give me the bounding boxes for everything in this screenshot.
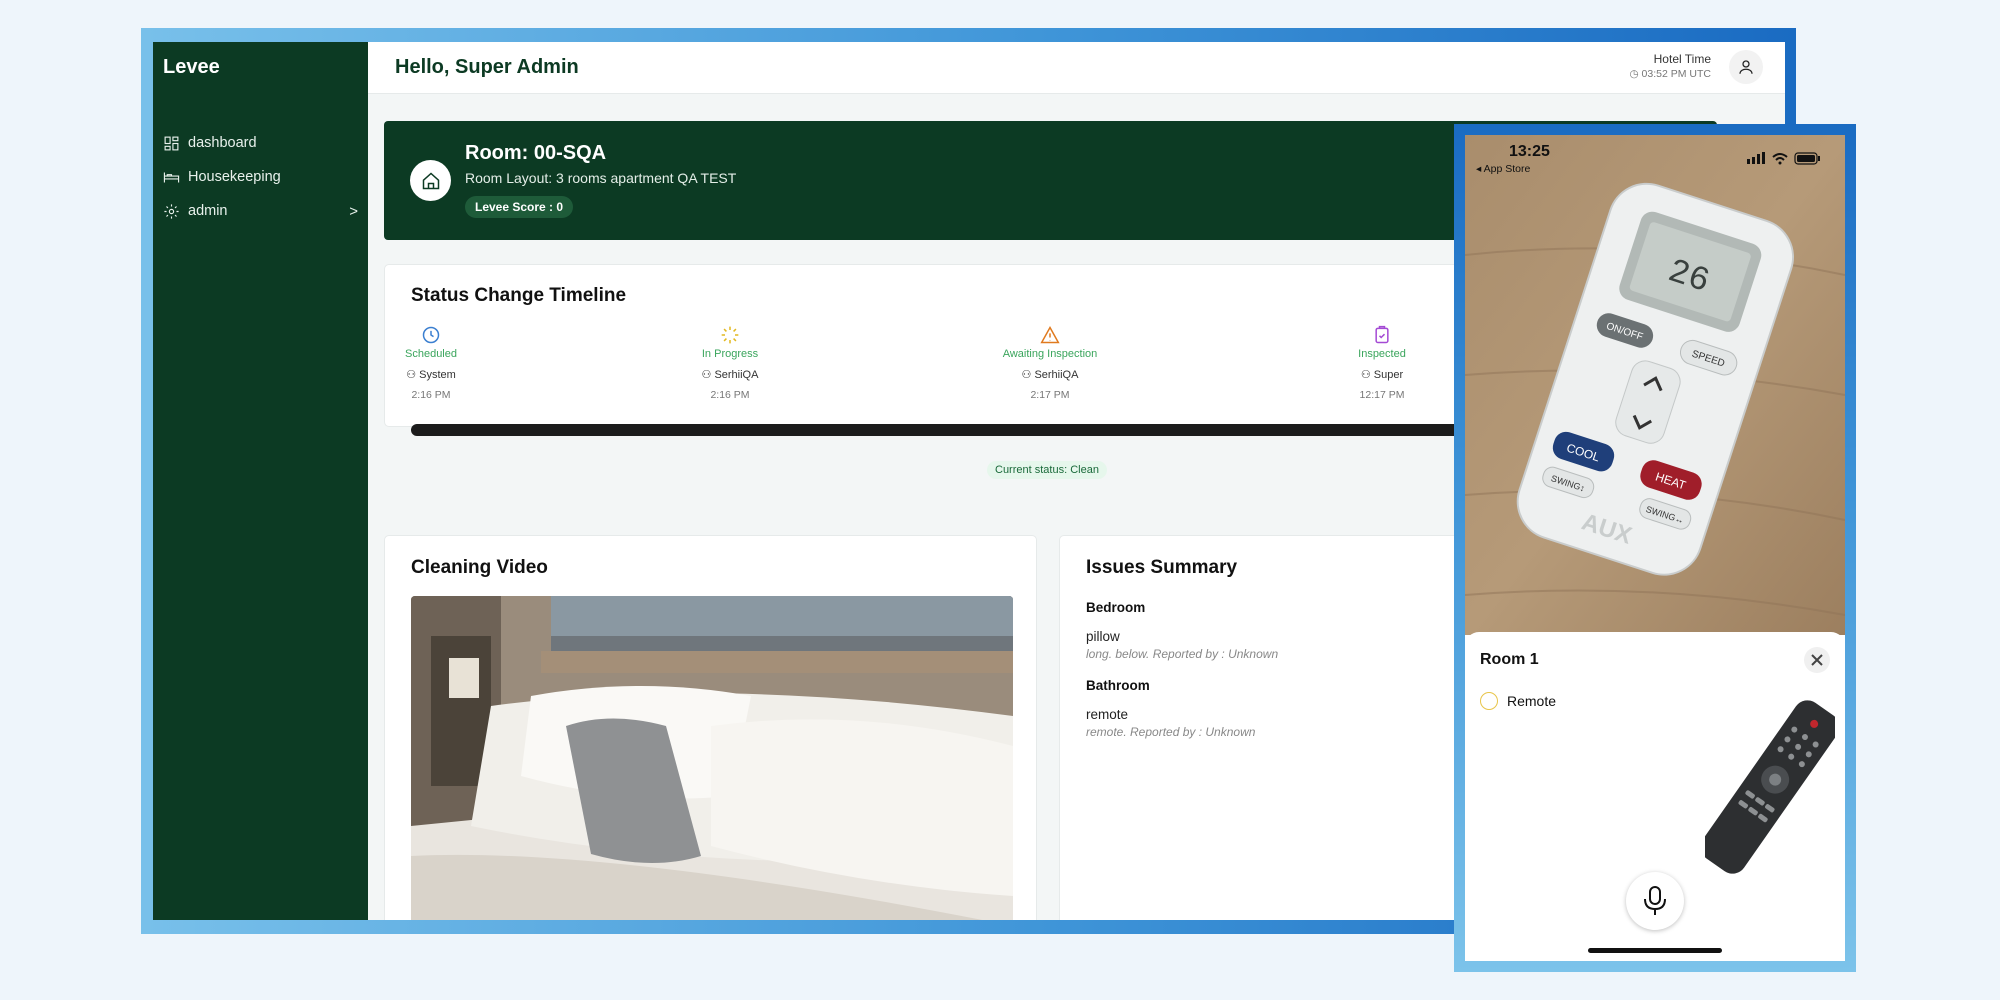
brand-logo[interactable]: Levee	[163, 56, 220, 79]
hotel-time-text: 03:52 PM UTC	[1641, 68, 1711, 80]
timeline-time: 12:17 PM	[1359, 389, 1405, 401]
gear-icon	[164, 203, 179, 219]
timeline-status: In Progress	[701, 348, 759, 360]
bed-icon	[163, 172, 180, 182]
user-icon: ⚇	[1021, 369, 1035, 381]
current-status-badge: Current status: Clean	[987, 461, 1107, 479]
sidebar-item-housekeeping[interactable]: Housekeeping	[163, 160, 358, 194]
timeline-time: 2:17 PM	[1030, 389, 1070, 401]
ac-remote-photo: 26 ON/OFF SPEED COOL HEAT SWING↕ SWING↔ …	[1465, 135, 1845, 635]
issue-description: long. below. Reported by : Unknown	[1086, 647, 1279, 661]
microphone-icon	[1644, 886, 1666, 915]
issue-room-heading: Bedroom	[1086, 600, 1146, 615]
room-bottom-sheet: Room 1 Remote	[1465, 632, 1845, 961]
chevron-right-icon: >	[349, 202, 358, 220]
timeline-user-name: System	[419, 369, 456, 381]
checklist-item-remote[interactable]: Remote	[1480, 692, 1556, 710]
levee-score-badge: Levee Score : 0	[465, 196, 574, 218]
video-title: Cleaning Video	[411, 557, 548, 578]
hotel-time: Hotel Time ◷ 03:52 PM UTC	[1629, 52, 1711, 80]
checklist-item-label: Remote	[1507, 693, 1557, 709]
clock-icon: ◷	[1629, 68, 1642, 80]
topbar: Hello, Super Admin Hotel Time ◷ 03:52 PM…	[368, 42, 1785, 94]
sidebar-item-dashboard[interactable]: dashboard	[163, 126, 358, 160]
status-time: 13:25	[1509, 143, 1550, 160]
checkbox-circle[interactable]	[1480, 692, 1498, 710]
tv-remote-thumbnail	[1705, 700, 1835, 874]
home-icon-badge	[410, 160, 451, 201]
close-button[interactable]	[1804, 647, 1830, 673]
phone-frame: 26 ON/OFF SPEED COOL HEAT SWING↕ SWING↔ …	[1454, 124, 1856, 972]
timeline-status: Scheduled	[405, 348, 457, 360]
timeline-time: 2:16 PM	[710, 389, 750, 401]
user-icon: ⚇	[1360, 369, 1374, 381]
loader-icon	[721, 326, 739, 344]
hotel-time-label: Hotel Time	[1653, 52, 1711, 66]
user-icon: ⚇	[701, 369, 715, 381]
sidebar-item-label: dashboard	[188, 135, 257, 151]
alert-icon	[1040, 325, 1060, 344]
room-layout: Room Layout: 3 rooms apartment QA TEST	[465, 170, 737, 186]
home-icon	[422, 171, 439, 189]
clipboard-check-icon	[1375, 325, 1389, 344]
cleaning-video-player[interactable]	[411, 596, 1013, 920]
issue-item: pillow	[1086, 629, 1120, 644]
greeting: Hello, Super Admin	[395, 56, 579, 78]
timeline-step-inspected: Inspected ⚇ Super 12:17 PM	[1302, 325, 1462, 401]
sidebar-item-label: Housekeeping	[188, 169, 281, 185]
timeline-step-in-progress: In Progress ⚇ SerhiiQA 2:16 PM	[650, 325, 810, 401]
ios-status-bar: 13:25 ◂ App Store	[1465, 135, 1845, 181]
room-title: Room: 00-SQA	[465, 142, 607, 164]
timeline-status: Inspected	[1358, 348, 1406, 360]
sidebar: Levee dashboard Housekeeping admin >	[153, 42, 368, 920]
user-menu-button[interactable]	[1729, 50, 1763, 84]
timeline-user-name: SerhiiQA	[1034, 369, 1079, 381]
timeline-user: ⚇ SerhiiQA	[970, 368, 1130, 381]
timeline-time: 2:16 PM	[411, 389, 451, 401]
timeline-user: ⚇ Super	[1302, 368, 1462, 381]
sidebar-item-label: admin	[188, 203, 228, 219]
timeline-user-name: SerhiiQA	[714, 369, 759, 381]
hotel-time-value: ◷ 03:52 PM UTC	[1629, 68, 1711, 80]
timeline-user: ⚇ SerhiiQA	[650, 368, 810, 381]
close-icon	[1811, 654, 1823, 666]
phone-screen: 26 ON/OFF SPEED COOL HEAT SWING↕ SWING↔ …	[1465, 135, 1845, 961]
timeline-user: ⚇ System	[351, 368, 511, 381]
timeline-step-awaiting-inspection: Awaiting Inspection ⚇ SerhiiQA 2:17 PM	[970, 325, 1130, 401]
issues-title: Issues Summary	[1086, 557, 1238, 578]
issue-room-heading: Bathroom	[1086, 678, 1150, 693]
sheet-title: Room 1	[1480, 651, 1539, 668]
user-icon: ⚇	[406, 369, 420, 381]
timeline-user-name: Super	[1373, 369, 1404, 381]
status-icons	[1747, 151, 1821, 170]
issue-description: remote. Reported by : Unknown	[1086, 725, 1256, 739]
bed-photo	[411, 596, 1013, 920]
timeline-title: Status Change Timeline	[411, 285, 627, 306]
timeline-status: Awaiting Inspection	[1002, 348, 1098, 360]
user-icon	[1739, 60, 1753, 74]
back-to-app-store[interactable]: ◂ App Store	[1476, 163, 1530, 175]
clock-icon	[422, 326, 440, 344]
home-indicator	[1588, 948, 1722, 953]
microphone-button[interactable]	[1626, 872, 1684, 930]
grid-icon	[164, 136, 179, 150]
ac-remote-image: 26 ON/OFF SPEED COOL HEAT SWING↕ SWING↔ …	[1465, 135, 1845, 635]
timeline-step-scheduled: Scheduled ⚇ System 2:16 PM	[351, 325, 511, 401]
issue-item: remote	[1086, 707, 1129, 722]
cleaning-video-card: Cleaning Video	[384, 535, 1037, 920]
sidebar-nav: dashboard Housekeeping admin >	[163, 126, 358, 228]
sidebar-item-admin[interactable]: admin >	[163, 194, 358, 228]
signal-wifi-battery-icon	[1747, 152, 1820, 165]
